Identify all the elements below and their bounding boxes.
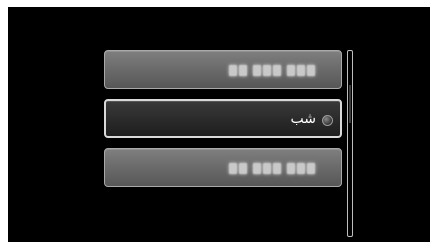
menu-item-1[interactable] bbox=[104, 50, 342, 89]
blurred-label-placeholder bbox=[229, 64, 315, 77]
scrollbar[interactable] bbox=[347, 50, 353, 237]
radio-dot-icon bbox=[322, 115, 333, 126]
menu-item-night-selected[interactable]: شب bbox=[104, 99, 342, 138]
menu-item-label: شب bbox=[290, 111, 316, 127]
blurred-label-placeholder bbox=[229, 162, 315, 175]
camera-menu-screen: شب bbox=[8, 7, 430, 242]
scrollbar-thumb[interactable] bbox=[349, 85, 351, 123]
menu-item-3[interactable] bbox=[104, 148, 342, 187]
